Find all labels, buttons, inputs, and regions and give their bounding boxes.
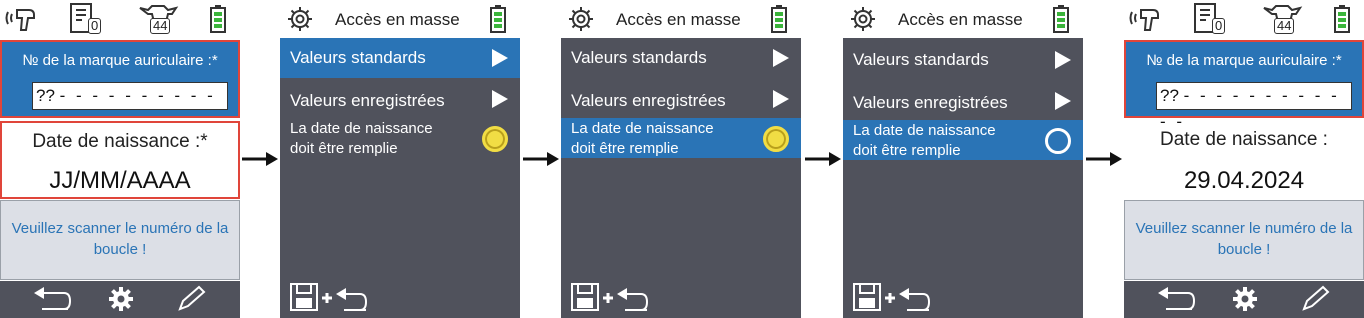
- save-and-back-icon[interactable]: [571, 282, 651, 312]
- play-arrow-icon: [492, 49, 508, 67]
- play-arrow-icon: [773, 49, 789, 67]
- menu-item-saved-values[interactable]: Valeurs enregistrées: [843, 85, 1083, 119]
- ear-tag-label: № de la marque auriculaire :*: [1146, 52, 1342, 69]
- ear-tag-field[interactable]: № de la marque auriculaire :* ?? - - - -…: [0, 40, 240, 131]
- back-icon[interactable]: [30, 285, 74, 313]
- gear-icon: [569, 7, 593, 31]
- flow-arrow-icon: [523, 152, 559, 166]
- ear-tag-input[interactable]: ?? - - - - - - - - - - - -: [32, 82, 228, 131]
- menu-item-saved-values[interactable]: Valeurs enregistrées: [280, 83, 520, 117]
- menu-item-label: La date de naissance doit être remplie: [290, 120, 433, 157]
- play-arrow-icon: [1055, 92, 1071, 110]
- tag-count-badge: 0: [1212, 18, 1226, 34]
- ear-tag-label: № de la marque auriculaire :*: [22, 52, 218, 69]
- scan-message: Veuillez scanner le numéro de la boucle …: [0, 200, 240, 280]
- battery-icon: [1053, 5, 1069, 33]
- ear-tag-input[interactable]: ?? - - - - - - - - - - - -: [1156, 82, 1352, 131]
- menu-title: Accès en masse: [335, 10, 460, 29]
- ear-tag-field[interactable]: № de la marque auriculaire :* ?? - - - -…: [1124, 40, 1364, 131]
- birth-date-value[interactable]: JJ/MM/AAAA: [2, 167, 238, 195]
- screen-menu-2: Accès en masse Valeurs standards Valeurs…: [561, 0, 801, 318]
- ear-tag-value: ??: [36, 86, 55, 105]
- menu-item-birth-date-required[interactable]: La date de naissance doit être remplie: [561, 118, 801, 158]
- bottom-toolbar: [0, 281, 240, 318]
- menu-item-saved-values[interactable]: Valeurs enregistrées: [561, 83, 801, 117]
- menu-item-label: Valeurs enregistrées: [853, 93, 1008, 112]
- ear-tag-placeholder: - - - - - - - - - - - -: [1160, 86, 1340, 131]
- back-icon[interactable]: [1154, 285, 1198, 313]
- gear-icon[interactable]: [108, 285, 134, 313]
- cow-count-badge: 44: [1274, 18, 1295, 34]
- status-bar: 0 44: [1124, 0, 1364, 38]
- menu-item-label: Valeurs enregistrées: [290, 91, 445, 110]
- battery-icon: [1334, 5, 1350, 33]
- menu-header: Accès en masse: [561, 0, 801, 38]
- menu-item-standard-values[interactable]: Valeurs standards: [280, 38, 520, 78]
- battery-icon: [771, 5, 787, 33]
- menu-list: Valeurs standards Valeurs enregistrées L…: [561, 38, 801, 318]
- menu-item-standard-values[interactable]: Valeurs standards: [843, 40, 1083, 80]
- birth-date-value[interactable]: 29.04.2024: [1124, 167, 1364, 195]
- play-arrow-icon: [773, 90, 789, 108]
- gear-icon[interactable]: [1232, 285, 1258, 313]
- gear-icon: [851, 7, 875, 31]
- birth-date-label: Date de naissance :: [1160, 129, 1328, 150]
- menu-list: Valeurs standards Valeurs enregistrées L…: [843, 38, 1083, 318]
- save-and-back-icon[interactable]: [853, 282, 933, 312]
- menu-list: Valeurs standards Valeurs enregistrées L…: [280, 38, 520, 318]
- screen-entry-2: 0 44 № de la marque auriculaire :* ?? - …: [1124, 0, 1364, 318]
- flow-arrow-icon: [242, 152, 278, 166]
- status-bar: 0 44: [0, 0, 240, 38]
- menu-item-label: Valeurs standards: [571, 48, 707, 67]
- menu-item-label: Valeurs standards: [290, 48, 426, 67]
- scanner-icon: [5, 9, 35, 31]
- menu-item-label: Valeurs standards: [853, 50, 989, 69]
- radio-on-icon[interactable]: [482, 126, 508, 152]
- radio-on-icon[interactable]: [763, 126, 789, 152]
- tag-count-badge: 0: [88, 18, 102, 34]
- battery-icon: [490, 5, 506, 33]
- ear-tag-value: ??: [1160, 86, 1179, 105]
- pencil-icon[interactable]: [176, 285, 206, 313]
- radio-off-icon[interactable]: [1045, 128, 1071, 154]
- save-and-back-icon[interactable]: [290, 282, 370, 312]
- scanner-icon: [1129, 9, 1159, 31]
- screen-menu-3: Accès en masse Valeurs standards Valeurs…: [843, 0, 1083, 318]
- menu-header: Accès en masse: [280, 0, 520, 38]
- screen-entry-1: 0 44 № de la marque auriculaire :* ?? - …: [0, 0, 240, 318]
- menu-title: Accès en masse: [898, 10, 1023, 29]
- menu-item-birth-date-required[interactable]: La date de naissance doit être remplie: [843, 120, 1083, 160]
- flow-arrow-icon: [805, 152, 841, 166]
- battery-icon: [210, 5, 226, 33]
- menu-item-label: La date de naissance doit être remplie: [571, 120, 714, 157]
- cow-count-badge: 44: [150, 18, 171, 34]
- screen-menu-1: Accès en masse Valeurs standards Valeurs…: [280, 0, 520, 318]
- pencil-icon[interactable]: [1300, 285, 1330, 313]
- menu-header: Accès en masse: [843, 0, 1083, 38]
- gear-icon: [288, 7, 312, 31]
- play-arrow-icon: [492, 90, 508, 108]
- menu-item-standard-values[interactable]: Valeurs standards: [561, 38, 801, 78]
- scan-message: Veuillez scanner le numéro de la boucle …: [1124, 200, 1364, 280]
- flow-arrow-icon: [1086, 152, 1122, 166]
- play-arrow-icon: [1055, 51, 1071, 69]
- menu-item-label: Valeurs enregistrées: [571, 91, 726, 110]
- birth-date-field[interactable]: Date de naissance :* JJ/MM/AAAA: [0, 121, 240, 199]
- menu-item-label: La date de naissance doit être remplie: [853, 122, 996, 159]
- birth-date-label: Date de naissance :*: [32, 131, 208, 152]
- menu-item-birth-date-required[interactable]: La date de naissance doit être remplie: [280, 118, 520, 158]
- menu-title: Accès en masse: [616, 10, 741, 29]
- bottom-toolbar: [1124, 281, 1364, 318]
